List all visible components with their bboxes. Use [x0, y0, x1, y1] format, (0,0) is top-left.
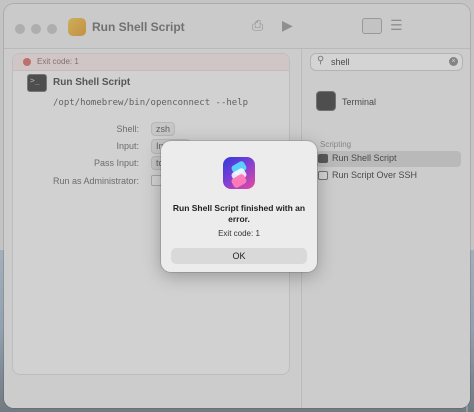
dialog-message: Exit code: 1 — [218, 229, 260, 238]
ok-button[interactable]: OK — [171, 248, 307, 264]
error-dialog: Run Shell Script finished with an error.… — [161, 141, 317, 272]
shortcuts-app-icon — [223, 157, 255, 189]
dialog-title: Run Shell Script finished with an error. — [172, 203, 306, 224]
